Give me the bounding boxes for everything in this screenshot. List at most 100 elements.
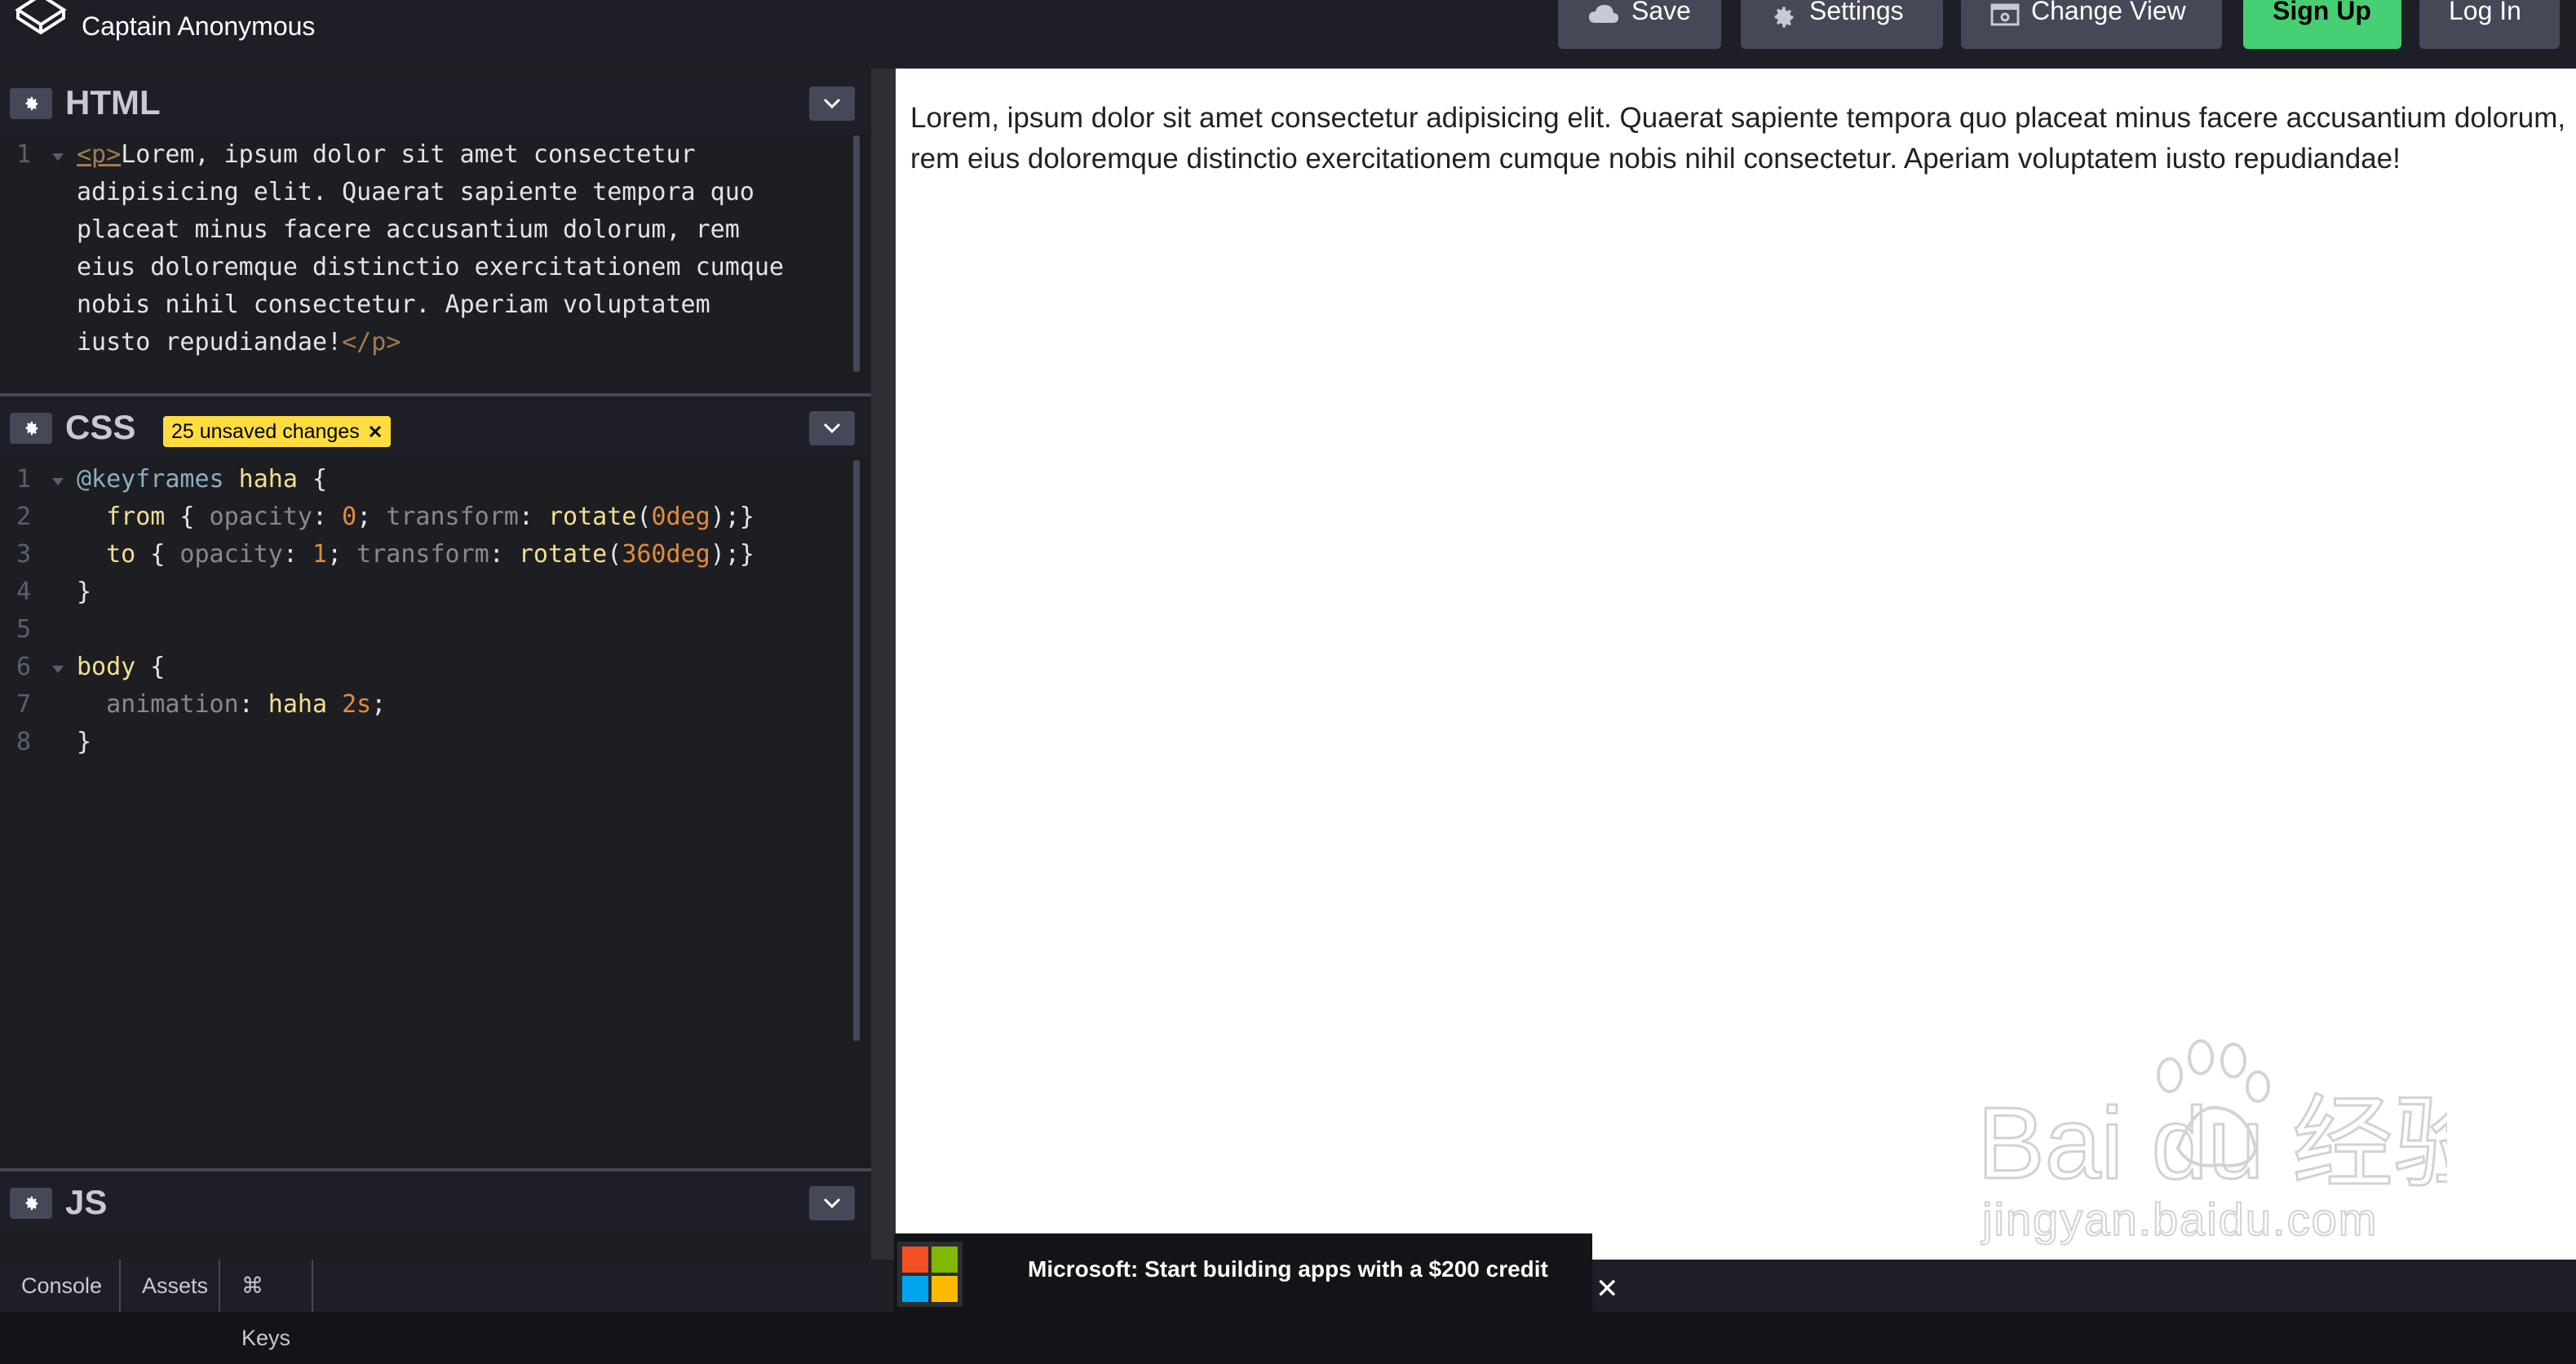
html-settings-button[interactable] bbox=[10, 88, 52, 119]
code-token: opacity bbox=[194, 503, 312, 531]
code-text: } bbox=[77, 578, 92, 606]
watermark-url: jingyan.baidu.com bbox=[1981, 1194, 2378, 1245]
code-text: placeat minus facere accusantium dolorum… bbox=[77, 215, 740, 244]
code-line: 7 animation: haha 2s; bbox=[0, 690, 848, 728]
css-code-editor[interactable]: 1 @keyframes haha { 2 from { opacity: 0;… bbox=[0, 465, 848, 775]
unsaved-changes-badge[interactable]: 25 unsaved changes bbox=[163, 416, 391, 447]
code-text: @keyframes haha { bbox=[77, 465, 327, 494]
js-panel-title: JS bbox=[65, 1183, 108, 1221]
sign-up-button[interactable]: Sign Up bbox=[2243, 0, 2401, 49]
code-token: <p> bbox=[77, 140, 122, 169]
chevron-down-icon bbox=[823, 98, 841, 109]
microsoft-logo-icon bbox=[897, 1242, 963, 1307]
ad-text[interactable]: Microsoft: Start building apps with a $2… bbox=[1028, 1256, 1548, 1282]
line-number: 8 bbox=[16, 728, 32, 756]
line-number: 7 bbox=[16, 690, 32, 719]
settings-label: Settings bbox=[1809, 0, 1904, 25]
code-token: transform bbox=[371, 503, 519, 531]
code-text: eius doloremque distinctio exercitatione… bbox=[77, 253, 784, 281]
html-panel-header: HTML bbox=[0, 72, 871, 135]
code-line: nobis nihil consectetur. Aperiam volupta… bbox=[0, 290, 848, 328]
log-in-button[interactable]: Log In bbox=[2419, 0, 2560, 49]
code-text: } bbox=[77, 728, 92, 756]
code-token: 0 bbox=[327, 503, 357, 531]
code-token: : bbox=[518, 503, 533, 531]
code-line: 2 from { opacity: 0; transform: rotate(0… bbox=[0, 503, 848, 540]
sign-up-label: Sign Up bbox=[2273, 0, 2371, 25]
code-token: : bbox=[238, 690, 254, 719]
code-line: adipisicing elit. Quaerat sapiente tempo… bbox=[0, 178, 848, 215]
keys-button[interactable]: ⌘ Keys bbox=[220, 1260, 313, 1350]
line-number: 6 bbox=[16, 653, 32, 681]
close-icon[interactable] bbox=[368, 424, 383, 439]
editor-column: HTML 1 <p>Lorem, ipsum dolor sit amet co… bbox=[0, 69, 871, 1260]
code-text: from { opacity: 0; transform: rotate(0de… bbox=[77, 503, 755, 531]
css-scrollbar[interactable] bbox=[853, 460, 860, 1041]
code-token: ( bbox=[636, 503, 652, 531]
code-token: 0deg bbox=[651, 503, 710, 531]
html-scrollbar[interactable] bbox=[853, 135, 860, 372]
code-token: ; bbox=[371, 690, 387, 719]
css-panel-collapse-button[interactable] bbox=[809, 411, 855, 445]
code-token: 360deg bbox=[622, 540, 710, 569]
gear-icon bbox=[25, 96, 38, 111]
sponsor-ad[interactable]: Microsoft: Start building apps with a $2… bbox=[894, 1233, 1592, 1312]
baidu-jingyan-watermark: Bai du 经验 jingyan.baidu.com bbox=[1976, 1039, 2447, 1246]
code-token: { bbox=[297, 465, 328, 494]
layout-icon bbox=[1990, 3, 2020, 26]
code-token: : bbox=[489, 540, 504, 569]
fold-arrow-icon[interactable] bbox=[52, 666, 64, 673]
css-settings-button[interactable] bbox=[10, 413, 52, 444]
pen-owner-name[interactable]: Captain Anonymous bbox=[82, 11, 315, 42]
html-panel-title: HTML bbox=[65, 83, 161, 122]
fold-arrow-icon[interactable] bbox=[52, 478, 64, 485]
code-text: adipisicing elit. Quaerat sapiente tempo… bbox=[77, 178, 755, 206]
code-token: );} bbox=[710, 503, 755, 531]
save-button[interactable]: Save bbox=[1558, 0, 1721, 49]
line-number: 4 bbox=[16, 578, 32, 606]
code-token: body bbox=[77, 653, 136, 681]
codepen-logo-icon[interactable] bbox=[15, 0, 67, 36]
gear-icon bbox=[25, 421, 38, 436]
line-number: 2 bbox=[16, 503, 32, 531]
console-button[interactable]: Console bbox=[0, 1260, 121, 1312]
code-line: iusto repudiandae!</p> bbox=[0, 328, 848, 365]
code-token: rotate bbox=[533, 503, 637, 531]
code-line: 4 } bbox=[0, 578, 848, 615]
code-token: { bbox=[135, 653, 166, 681]
chevron-down-icon bbox=[823, 423, 841, 434]
change-view-button[interactable]: Change View bbox=[1961, 0, 2222, 49]
fold-arrow-icon[interactable] bbox=[52, 153, 64, 161]
line-number: 5 bbox=[16, 615, 32, 644]
code-token: 2s bbox=[327, 690, 372, 719]
pane-resizer[interactable] bbox=[871, 69, 896, 1260]
code-line: 1 @keyframes haha { bbox=[0, 465, 848, 503]
code-token: rotate bbox=[503, 540, 608, 569]
ad-close-icon[interactable]: ✕ bbox=[1596, 1273, 1619, 1305]
js-settings-button[interactable] bbox=[10, 1188, 52, 1219]
html-panel-collapse-button[interactable] bbox=[809, 86, 855, 121]
assets-button[interactable]: Assets bbox=[121, 1260, 220, 1312]
code-token: 1 bbox=[297, 540, 328, 569]
code-token: ; bbox=[356, 503, 372, 531]
code-token: { bbox=[165, 503, 195, 531]
html-code-editor[interactable]: 1 <p>Lorem, ipsum dolor sit amet consect… bbox=[0, 140, 848, 393]
code-token: { bbox=[135, 540, 166, 569]
settings-button[interactable]: Settings bbox=[1741, 0, 1943, 49]
code-line: 3 to { opacity: 1; transform: rotate(360… bbox=[0, 540, 848, 578]
code-token: from bbox=[106, 503, 166, 531]
code-text: animation: haha 2s; bbox=[77, 690, 386, 719]
js-panel-collapse-button[interactable] bbox=[809, 1186, 855, 1220]
line-number: 3 bbox=[16, 540, 32, 569]
css-panel-header: CSS 25 unsaved changes bbox=[0, 393, 871, 457]
code-token: to bbox=[106, 540, 136, 569]
line-number: 1 bbox=[16, 140, 32, 169]
code-token: : bbox=[312, 503, 328, 531]
gear-icon bbox=[1774, 7, 1794, 28]
code-token: ; bbox=[327, 540, 343, 569]
code-token: iusto repudiandae! bbox=[77, 328, 343, 356]
code-token: haha bbox=[224, 465, 298, 494]
code-token: opacity bbox=[165, 540, 283, 569]
code-line: 8 } bbox=[0, 728, 848, 765]
code-text: to { opacity: 1; transform: rotate(360de… bbox=[77, 540, 755, 569]
